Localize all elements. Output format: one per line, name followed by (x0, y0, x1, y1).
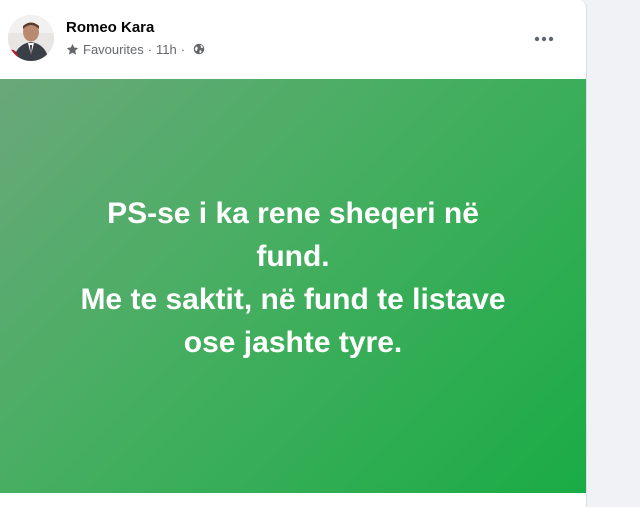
post-timestamp[interactable]: 11h (156, 42, 177, 57)
audience-label[interactable]: Favourites (83, 42, 144, 57)
meta-separator: · (147, 41, 153, 57)
post-background[interactable]: PS-se i ka rene sheqeri në fund. Me te s… (0, 79, 586, 493)
post-meta: Favourites · 11h · (66, 40, 205, 58)
globe-icon[interactable] (193, 43, 205, 55)
more-options-button[interactable] (526, 21, 562, 57)
author-name[interactable]: Romeo Kara (66, 18, 154, 38)
post-header: Romeo Kara Favourites · 11h · (0, 0, 586, 78)
post-footer (0, 493, 586, 507)
avatar-photo (8, 15, 54, 61)
more-options-icon (534, 36, 554, 42)
post-card: Romeo Kara Favourites · 11h · PS-se i ka… (0, 0, 587, 507)
meta-separator-2: · (180, 41, 186, 57)
post-text: PS-se i ka rene sheqeri në fund. Me te s… (80, 197, 506, 359)
page: Romeo Kara Favourites · 11h · PS-se i ka… (0, 0, 640, 507)
author-avatar[interactable] (8, 15, 54, 61)
star-icon (66, 43, 79, 55)
